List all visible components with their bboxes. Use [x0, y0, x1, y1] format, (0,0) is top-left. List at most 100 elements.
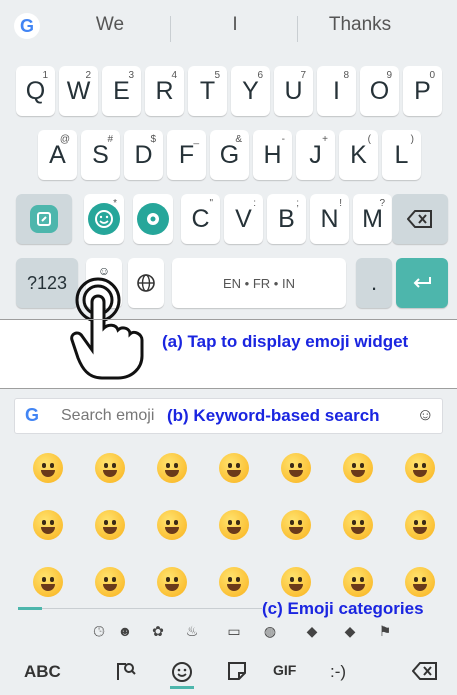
key-label: F	[178, 140, 195, 169]
emoji-search-field[interactable]: G Search emoji (b) Keyword-based search …	[14, 398, 443, 434]
key-label: T	[199, 76, 216, 105]
google-icon[interactable]: G	[14, 13, 40, 39]
key-u[interactable]: 7U	[274, 66, 313, 116]
key-hint: 7	[300, 70, 306, 81]
flags-icon[interactable]: ⚑	[378, 623, 392, 639]
key-label: S	[92, 140, 109, 169]
key-l[interactable]: ) L	[382, 130, 421, 180]
objects-bell-icon[interactable]: ◆	[305, 623, 319, 639]
emoji-item[interactable]	[219, 453, 249, 483]
emoji-item[interactable]	[343, 453, 373, 483]
suggestion-divider	[297, 16, 298, 42]
emoji-item[interactable]	[343, 510, 373, 540]
key-s[interactable]: # S	[81, 130, 120, 180]
emoticon-tab[interactable]: :-)	[330, 662, 346, 682]
travel-car-icon[interactable]: ▭	[227, 623, 241, 639]
caption-c: (c) Emoji categories	[262, 599, 424, 618]
food-cake-icon[interactable]: ♨	[185, 623, 199, 639]
scroll-indicator	[18, 607, 42, 610]
animals-nature-icon[interactable]: ✿	[151, 623, 165, 639]
key-h[interactable]: -H	[253, 130, 292, 180]
key-hint: 8	[343, 70, 349, 81]
recent-clock-icon[interactable]: 🕒︎	[92, 623, 106, 639]
key-hint: 1	[42, 70, 48, 81]
emoji-item[interactable]	[405, 453, 435, 483]
emoji-item[interactable]	[219, 567, 249, 597]
key-f[interactable]: _ F	[167, 130, 206, 180]
settings-key[interactable]	[133, 194, 173, 244]
key-v[interactable]: :V	[224, 194, 263, 244]
emoji-face-icon	[88, 203, 120, 235]
key-o[interactable]: 9O	[360, 66, 399, 116]
key-label: L	[394, 140, 409, 169]
period-key[interactable]: .	[356, 258, 392, 308]
emoji-item[interactable]	[405, 567, 435, 597]
key-g[interactable]: & G	[210, 130, 249, 180]
emoji-suggest-key[interactable]: *	[84, 194, 124, 244]
emoji-item[interactable]	[281, 567, 311, 597]
enter-arrow-icon	[413, 277, 431, 288]
key-i[interactable]: 8I	[317, 66, 356, 116]
backspace-button[interactable]	[392, 194, 448, 244]
suggestion-1[interactable]: We	[80, 14, 140, 36]
emoji-item[interactable]	[33, 453, 63, 483]
sticker-tab-icon[interactable]	[226, 660, 248, 682]
key-j[interactable]: + J	[296, 130, 335, 180]
emoji-item[interactable]	[33, 510, 63, 540]
key-hint: -	[281, 134, 285, 145]
emoji-item[interactable]	[281, 453, 311, 483]
activities-ball-icon[interactable]: ◍	[263, 623, 277, 639]
key-hint: #	[107, 134, 113, 145]
abc-button[interactable]: ABC	[24, 662, 61, 682]
key-hint: (	[367, 134, 371, 145]
key-t[interactable]: 5T	[188, 66, 227, 116]
symbols-diamond-icon[interactable]: ◆	[343, 623, 357, 639]
backspace-icon[interactable]	[412, 662, 438, 680]
emoji-item[interactable]	[157, 510, 187, 540]
key-a[interactable]: @ A	[38, 130, 77, 180]
key-m[interactable]: ? M	[353, 194, 392, 244]
key-n[interactable]: ! N	[310, 194, 349, 244]
key-label: E	[113, 76, 130, 105]
key-hint: @	[59, 134, 70, 145]
key-label: P	[414, 76, 431, 105]
emoji-item[interactable]	[95, 510, 125, 540]
backspace-icon	[407, 210, 432, 228]
key-p[interactable]: 0P	[403, 66, 442, 116]
key-w[interactable]: 2W	[59, 66, 98, 116]
emoji-item[interactable]	[281, 510, 311, 540]
emoji-item[interactable]	[219, 510, 249, 540]
emoji-item[interactable]	[343, 567, 373, 597]
sticker-icon	[30, 205, 58, 233]
key-e[interactable]: 3E	[102, 66, 141, 116]
emoji-item[interactable]	[95, 567, 125, 597]
suggestion-strip: G We I Thanks	[0, 0, 457, 50]
key-d[interactable]: $ D	[124, 130, 163, 180]
key-hint: :	[253, 198, 256, 209]
key-y[interactable]: 6Y	[231, 66, 270, 116]
smileys-category-icon[interactable]: ☻	[118, 623, 133, 639]
key-hint: "	[209, 198, 213, 209]
emoji-item[interactable]	[157, 453, 187, 483]
suggestion-2[interactable]: I	[210, 14, 260, 36]
sticker-button[interactable]	[16, 194, 72, 244]
spacebar[interactable]: EN • FR • IN	[172, 258, 346, 308]
key-hint: 6	[257, 70, 263, 81]
key-k[interactable]: (K	[339, 130, 378, 180]
enter-key[interactable]	[396, 258, 448, 308]
emoji-tab-icon[interactable]	[170, 660, 194, 684]
gif-tab[interactable]: GIF	[273, 662, 296, 678]
suggestion-3[interactable]: Thanks	[320, 14, 400, 36]
emoji-item[interactable]	[95, 453, 125, 483]
key-b[interactable]: ; B	[267, 194, 306, 244]
caption-a: (a) Tap to display emoji widget	[162, 332, 409, 351]
key-c[interactable]: " C	[181, 194, 220, 244]
key-hint: +	[322, 134, 328, 145]
key-label: I	[333, 76, 340, 105]
emoji-item[interactable]	[405, 510, 435, 540]
key-r[interactable]: 4R	[145, 66, 184, 116]
emoji-item[interactable]	[33, 567, 63, 597]
emoji-item[interactable]	[157, 567, 187, 597]
key-q[interactable]: 1Q	[16, 66, 55, 116]
sticker-search-icon[interactable]	[114, 660, 138, 684]
